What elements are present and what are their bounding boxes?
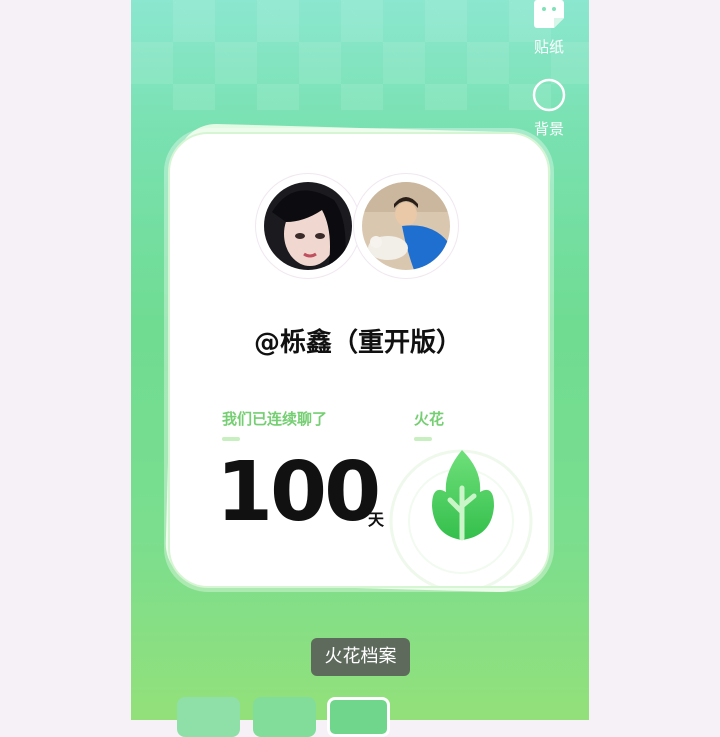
style-thumb-1[interactable] xyxy=(177,697,240,737)
avatar-left-photo xyxy=(264,182,352,270)
streak-label: 我们已连续聊了 xyxy=(222,410,328,428)
spark-label: 火花 xyxy=(414,410,445,428)
spark-archive-button[interactable]: 火花档案 xyxy=(311,638,410,676)
streak-days-value: 100 xyxy=(216,445,381,540)
sticker-label: 贴纸 xyxy=(533,38,564,56)
background-tool[interactable]: 背景 xyxy=(529,78,569,139)
spark-leaf-icon xyxy=(432,450,494,541)
style-thumb-3-selected[interactable] xyxy=(327,697,390,737)
streak-days-unit: 天 xyxy=(368,510,385,529)
sticker-tool[interactable]: 贴纸 xyxy=(529,0,569,57)
avatar-right-photo xyxy=(362,182,450,270)
avatar-left[interactable] xyxy=(256,174,360,278)
spark-underline xyxy=(414,437,432,441)
streak-underline xyxy=(222,437,240,441)
checker-pattern xyxy=(131,0,589,110)
background-circle-icon xyxy=(532,78,566,112)
style-thumb-2[interactable] xyxy=(253,697,316,737)
avatar-right[interactable] xyxy=(354,174,458,278)
sticker-icon xyxy=(534,0,564,28)
background-label: 背景 xyxy=(533,120,564,138)
username: @栎鑫（重开版） xyxy=(253,328,462,358)
